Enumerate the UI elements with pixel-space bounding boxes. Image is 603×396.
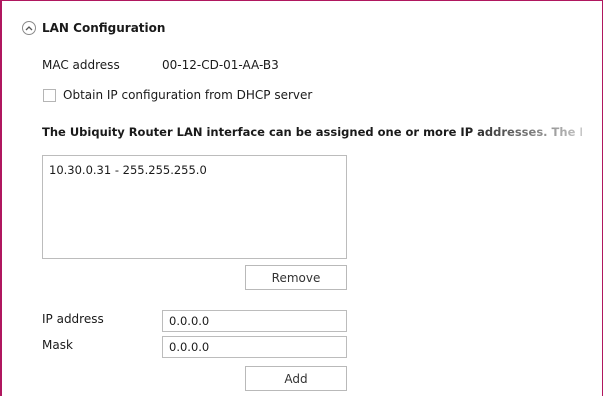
section-header: LAN Configuration [22,21,165,35]
add-button[interactable]: Add [245,366,347,391]
remove-button[interactable]: Remove [245,265,347,290]
section-title: LAN Configuration [42,21,166,35]
collapse-button[interactable] [22,21,36,35]
dhcp-option[interactable]: Obtain IP configuration from DHCP server [43,88,312,102]
lan-config-panel: LAN Configuration MAC address 00-12-CD-0… [0,0,603,396]
dhcp-checkbox-label[interactable]: Obtain IP configuration from DHCP server [63,88,312,102]
mac-address-label: MAC address [42,58,120,72]
chevron-up-icon [25,25,33,31]
mask-label: Mask [42,338,73,352]
dhcp-checkbox[interactable] [43,88,56,102]
lan-info-text: The Ubiquity Router LAN interface can be… [42,125,582,139]
ip-address-list[interactable]: 10.30.0.31 - 255.255.255.0 [42,155,347,259]
ip-address-label: IP address [42,312,104,326]
mac-address-value: 00-12-CD-01-AA-B3 [162,58,279,72]
ip-address-input[interactable] [162,310,347,332]
mask-input[interactable] [162,336,347,358]
list-item[interactable]: 10.30.0.31 - 255.255.255.0 [49,163,340,177]
